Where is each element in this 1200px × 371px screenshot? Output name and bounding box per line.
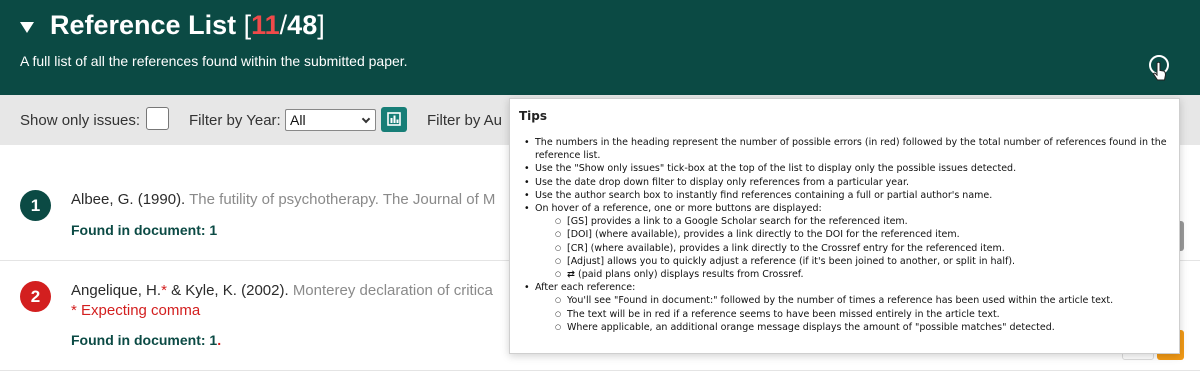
tips-title: Tips [519, 109, 548, 123]
tip-item: Use the "Show only issues" tick-box at t… [523, 162, 1173, 175]
title-text: Reference List [50, 10, 237, 40]
year-filter-label: Filter by Year: [189, 112, 281, 129]
bar-chart-icon [387, 112, 401, 126]
tip-subitem: [DOI] (where available), provides a link… [535, 228, 1173, 241]
total-count: 48 [287, 10, 318, 40]
tips-list: The numbers in the heading represent the… [523, 136, 1173, 334]
tip-item: Use the date drop down filter to display… [523, 176, 1173, 189]
tip-subitem: You'll see "Found in document:" followed… [535, 294, 1173, 307]
found-in-document: Found in document: 1 [71, 222, 217, 238]
year-chart-button[interactable] [381, 107, 407, 132]
tips-hover-sublist: [GS] provides a link to a Google Scholar… [535, 215, 1173, 281]
reference-authors: Albee, G. (1990). [71, 191, 186, 208]
tip-subitem: [GS] provides a link to a Google Scholar… [535, 215, 1173, 228]
found-suffix: . [217, 332, 222, 348]
tip-subitem: [CR] (where available), provides a link … [535, 242, 1173, 255]
reference-entry[interactable]: Angelique, H.* & Kyle, K. (2002). Monter… [71, 282, 511, 299]
tips-tooltip: Tips The numbers in the heading represen… [509, 98, 1180, 354]
reference-title: The futility of psychotherapy. The Journ… [189, 191, 496, 208]
help-pointer-icon[interactable] [1146, 54, 1172, 84]
author-filter-label: Filter by Au [427, 112, 503, 129]
page-title: Reference List [11/48] [50, 10, 325, 41]
tip-subitem: Where applicable, an additional orange m… [535, 321, 1173, 334]
found-count: 1 [209, 222, 218, 238]
tip-item-text: On hover of a reference, one or more but… [535, 203, 822, 215]
reference-number-badge: 1 [20, 190, 51, 221]
tip-item-hover: On hover of a reference, one or more but… [523, 202, 1173, 281]
show-issues-label: Show only issues: [20, 112, 141, 129]
collapse-triangle-icon[interactable] [20, 20, 34, 34]
found-label: Found in document: [71, 332, 206, 348]
tip-item: The numbers in the heading represent the… [523, 136, 1173, 162]
found-in-document: Found in document: 1. [71, 332, 221, 348]
tip-subitem: [Adjust] allows you to quickly adjust a … [535, 255, 1173, 268]
reference-authors: Angelique, H. [71, 282, 162, 299]
title-bracket-open: [ [243, 10, 252, 40]
error-count: 11 [251, 10, 280, 40]
title-bracket-close: ] [317, 10, 325, 40]
found-label: Found in document: [71, 222, 206, 238]
tip-subitem-swap: ⇄ (paid plans only) displays results fro… [535, 268, 1173, 281]
tip-subitem: The text will be in red if a reference s… [535, 308, 1173, 321]
chevron-down-icon [361, 114, 371, 124]
show-issues-checkbox[interactable] [146, 107, 169, 130]
issue-message: * Expecting comma [71, 302, 201, 319]
reference-number-badge: 2 [20, 281, 51, 312]
page-subtitle: A full list of all the references found … [20, 53, 408, 69]
year-filter-select[interactable]: All [285, 109, 376, 131]
tip-item-text: After each reference: [535, 282, 636, 294]
reference-authors-rest: & Kyle, K. (2002). [166, 282, 289, 299]
swap-arrows-icon: ⇄ [567, 269, 575, 281]
tip-item-after: After each reference: You'll see "Found … [523, 281, 1173, 334]
reference-title: Monterey declaration of critica [292, 282, 493, 299]
tip-subitem-text: (paid plans only) displays results from … [578, 269, 804, 281]
tips-after-sublist: You'll see "Found in document:" followed… [535, 294, 1173, 334]
reference-list-header: Reference List [11/48] A full list of al… [0, 0, 1200, 95]
tip-item: Use the author search box to instantly f… [523, 189, 1173, 202]
reference-entry[interactable]: Albee, G. (1990). The futility of psycho… [71, 191, 511, 208]
year-selected-value: All [290, 112, 306, 128]
